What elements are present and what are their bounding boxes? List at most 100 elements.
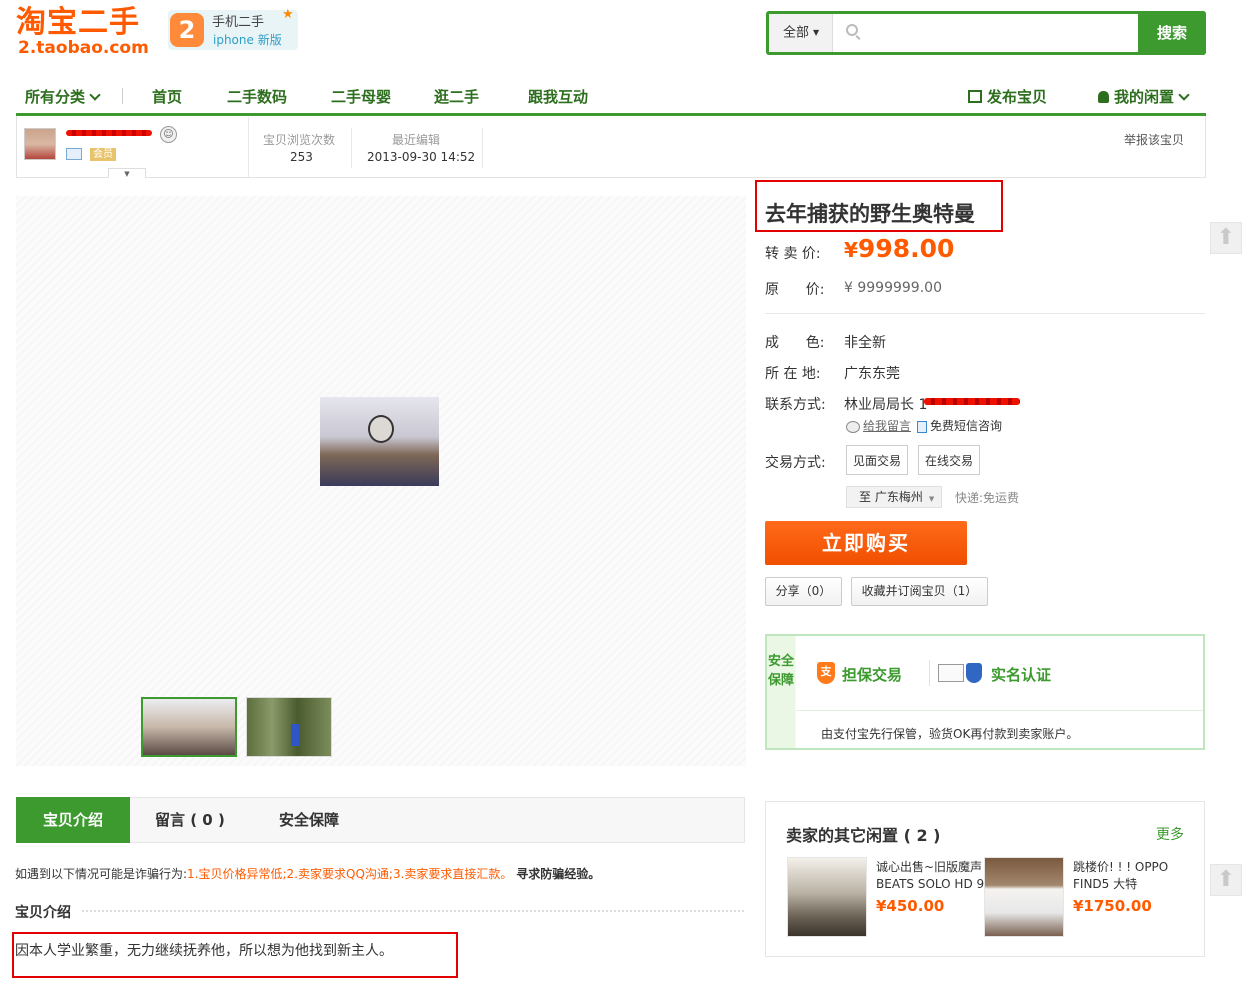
dropdown-arrow-icon: ▼ <box>813 28 820 37</box>
safety-description: 由支付宝先行保管，验货OK再付款到卖家账户。 <box>821 727 1079 741</box>
tab-safety[interactable]: 安全保障 <box>279 797 339 843</box>
seller-name-redacted[interactable] <box>66 130 152 136</box>
orig-price-value: ¥ 9999999.00 <box>844 280 942 296</box>
edited-label: 最近编辑 <box>392 133 441 147</box>
other-item-image[interactable] <box>984 857 1064 937</box>
edited-value: 2013-09-30 14:52 <box>367 150 476 164</box>
divider <box>796 710 1203 711</box>
trade-option-meet[interactable]: 见面交易 <box>846 445 909 475</box>
avatar[interactable] <box>24 128 56 160</box>
edit-icon <box>968 90 982 103</box>
description-title: 宝贝介绍 <box>15 905 71 921</box>
alipay-shield-icon: 支 <box>817 662 835 684</box>
views-label: 宝贝浏览次数 <box>263 133 336 147</box>
nav-item-browse[interactable]: 逛二手 <box>434 86 479 107</box>
share-button[interactable]: 分享（0） <box>765 577 842 606</box>
trade-option-online[interactable]: 在线交易 <box>918 445 981 475</box>
other-item-image[interactable] <box>787 857 867 937</box>
favorite-button[interactable]: 收藏并订阅宝贝（1） <box>851 577 988 606</box>
other-items-title: 卖家的其它闲置 ( 2 ) <box>786 826 941 845</box>
nav-item-interact[interactable]: 跟我互动 <box>528 86 588 107</box>
nav-post-label: 发布宝贝 <box>987 88 1048 106</box>
nav-divider <box>122 88 123 104</box>
ship-to-select[interactable]: 至 广东梅州 ▼ <box>846 486 942 508</box>
mobile-app-title[interactable]: 手机二手 <box>212 11 264 30</box>
sms-link[interactable]: 免费短信咨询 <box>917 417 1002 434</box>
phone-icon <box>917 420 927 433</box>
id-card-icon <box>938 664 964 682</box>
tab-intro[interactable]: 宝贝介绍 <box>16 797 130 843</box>
divider <box>82 910 744 912</box>
buy-now-button[interactable]: 立即购买 <box>765 521 967 565</box>
back-to-top-icon[interactable]: ⬆ <box>1210 864 1242 896</box>
trade-label: 交易方式: <box>765 455 826 471</box>
divider <box>351 128 352 168</box>
warning-item: 1.宝贝价格异常低; <box>187 867 287 881</box>
contact-redacted <box>924 398 1020 405</box>
mobile-app-subtitle[interactable]: iphone 新版 <box>213 31 282 48</box>
other-item-price: ¥450.00 <box>876 897 945 915</box>
mobile-app-icon[interactable]: 2 <box>170 13 204 47</box>
message-icon <box>846 420 860 433</box>
guarantee-trade-label[interactable]: 担保交易 <box>842 664 902 685</box>
search-button[interactable]: 搜索 <box>1138 11 1206 55</box>
more-link[interactable]: 更多 <box>1156 824 1184 844</box>
orig-price-label: 原 价: <box>765 282 825 298</box>
search-category-label: 全部 <box>783 25 810 41</box>
thumbnail-1[interactable] <box>141 697 237 757</box>
user-icon <box>1098 91 1109 103</box>
contact-label: 联系方式: <box>765 397 826 413</box>
price-amount: 998.00 <box>857 234 955 263</box>
realname-label[interactable]: 实名认证 <box>991 664 1051 685</box>
nav-all-categories-label: 所有分类 <box>25 88 86 106</box>
views-value: 253 <box>290 150 313 164</box>
expand-toggle-icon[interactable]: ▼ <box>108 168 146 178</box>
divider <box>248 117 249 177</box>
price-label: 转 卖 价: <box>765 246 821 262</box>
price-value: ¥998.00 <box>844 234 954 263</box>
location-label: 所 在 地: <box>765 366 821 382</box>
anti-fraud-link[interactable]: 寻求防骗经验。 <box>516 867 600 881</box>
contact-value: 林业局局长 1 <box>844 397 928 413</box>
member-badge: 会员 <box>90 148 116 161</box>
price-currency: ¥ <box>844 238 858 262</box>
nav-item-home[interactable]: 首页 <box>152 86 182 107</box>
nav-post-item[interactable]: 发布宝贝 <box>968 86 1047 107</box>
dropdown-arrow-icon: ▼ <box>928 495 935 503</box>
star-icon: ★ <box>282 7 294 22</box>
logo-domain[interactable]: 2.taobao.com <box>18 38 149 58</box>
sms-label: 免费短信咨询 <box>930 419 1003 433</box>
thumbnail-2[interactable] <box>246 697 332 757</box>
leave-message-link[interactable]: 给我留言 <box>846 417 911 434</box>
search-icon <box>846 24 858 36</box>
nav-item-digital[interactable]: 二手数码 <box>227 86 287 107</box>
safety-side-label: 安全保障 <box>767 636 795 748</box>
chevron-down-icon <box>1178 89 1190 101</box>
nav-my-items-label: 我的闲置 <box>1114 88 1175 106</box>
chevron-down-icon <box>89 89 101 101</box>
other-item-name[interactable]: 诚心出售~旧版魔声BEATS SOLO HD 9 <box>876 859 986 893</box>
search-input[interactable] <box>866 17 1132 49</box>
ship-to-label: 至 广东梅州 <box>859 490 923 504</box>
nav-all-categories[interactable]: 所有分类 <box>25 86 101 107</box>
other-item-name[interactable]: 跳楼价! ! ! OPPO FIND5 大特 <box>1073 859 1183 893</box>
tab-comments[interactable]: 留言 ( 0 ) <box>155 797 225 843</box>
warning-item: 3.卖家要求直接汇款。 <box>392 867 513 881</box>
chat-icon[interactable]: ☺ <box>160 126 177 143</box>
verified-shield-icon <box>966 663 982 683</box>
main-photo[interactable] <box>320 397 439 486</box>
condition-label: 成 色: <box>765 335 825 351</box>
id-verified-icon <box>66 148 82 160</box>
fraud-warning: 如遇到以下情况可能是诈骗行为:1.宝贝价格异常低;2.卖家要求QQ沟通;3.卖家… <box>15 865 600 882</box>
leave-message-label: 给我留言 <box>863 419 912 433</box>
nav-my-items[interactable]: 我的闲置 <box>1098 86 1190 107</box>
logo-text[interactable]: 淘宝二手 <box>16 6 140 40</box>
report-link[interactable]: 举报该宝贝 <box>1124 131 1184 148</box>
description-text: 因本人学业繁重，无力继续抚养他，所以想为他找到新主人。 <box>15 943 393 959</box>
item-title: 去年捕获的野生奥特曼 <box>765 202 975 226</box>
back-to-top-icon[interactable]: ⬆ <box>1210 222 1242 254</box>
shipping-fee: 快递:免运费 <box>955 491 1020 505</box>
divider <box>765 313 1205 314</box>
nav-item-baby[interactable]: 二手母婴 <box>331 86 391 107</box>
search-category-select[interactable]: 全部 ▼ <box>769 14 833 52</box>
